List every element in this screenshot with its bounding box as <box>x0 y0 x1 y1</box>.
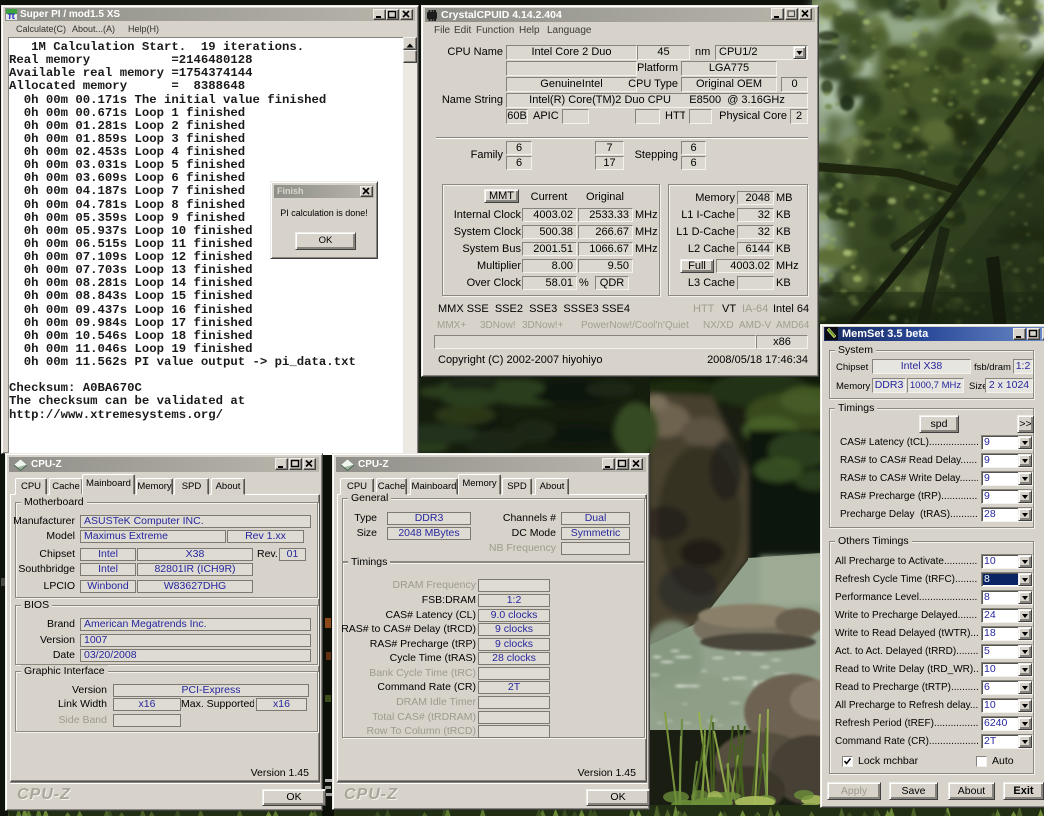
svg-text:π: π <box>8 11 16 20</box>
